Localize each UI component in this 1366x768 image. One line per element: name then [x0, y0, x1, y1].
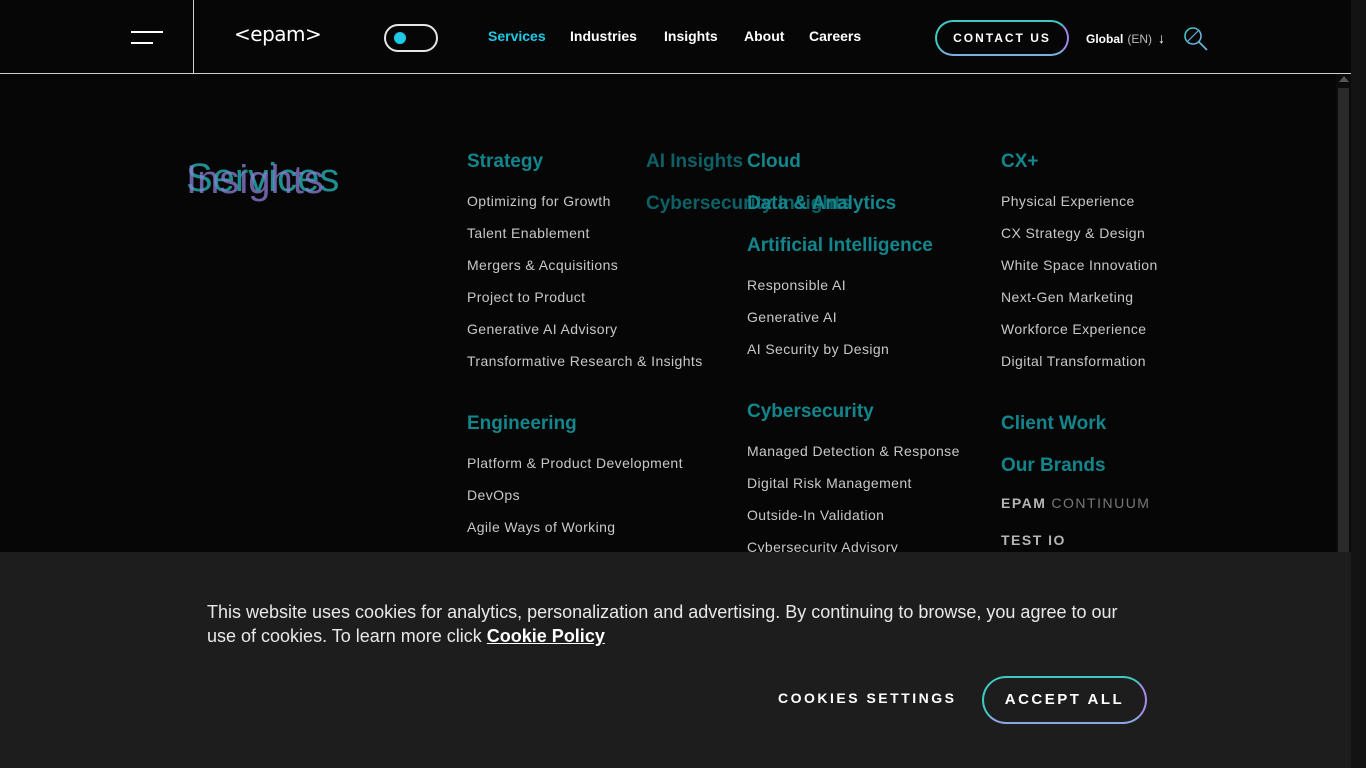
nav-careers[interactable]: Careers [809, 28, 861, 44]
link-ai-security-by-design[interactable]: AI Security by Design [747, 341, 889, 357]
site-header: <epam> Services Industries Insights Abou… [0, 0, 1351, 74]
accept-all-button[interactable]: ACCEPT ALL [982, 676, 1147, 724]
link-white-space-innovation[interactable]: White Space Innovation [1001, 257, 1158, 273]
arrow-down-icon: ↓ [1158, 30, 1166, 46]
link-physical-experience[interactable]: Physical Experience [1001, 193, 1135, 209]
brand-name: EPAM [1001, 495, 1047, 511]
category-our-brands[interactable]: Our Brands [1001, 455, 1106, 477]
link-generative-ai[interactable]: Generative AI [747, 309, 837, 325]
link-talent-enablement[interactable]: Talent Enablement [467, 225, 590, 241]
link-generative-ai-advisory[interactable]: Generative AI Advisory [467, 321, 617, 337]
link-project-to-product[interactable]: Project to Product [467, 289, 585, 305]
category-cybersecurity[interactable]: Cybersecurity [747, 401, 874, 423]
link-next-gen-marketing[interactable]: Next-Gen Marketing [1001, 289, 1133, 305]
category-artificial-intelligence[interactable]: Artificial Intelligence [747, 235, 933, 257]
brand-epam-continuum[interactable]: EPAM CONTINUUM [1001, 495, 1150, 511]
language-code: (EN) [1127, 32, 1153, 46]
window-edge [1351, 0, 1366, 768]
language-selector[interactable]: Global (EN) ↓ [1086, 30, 1165, 46]
nav-insights[interactable]: Insights [664, 28, 718, 44]
link-optimizing-for-growth[interactable]: Optimizing for Growth [467, 193, 611, 209]
header-divider [193, 0, 194, 74]
category-data-analytics[interactable]: Data & Analytics [747, 193, 896, 215]
link-transformative-research[interactable]: Transformative Research & Insights [467, 353, 703, 369]
link-workforce-experience[interactable]: Workforce Experience [1001, 321, 1146, 337]
brand-sub: CONTINUUM [1051, 495, 1151, 511]
nav-industries[interactable]: Industries [570, 28, 637, 44]
category-cx-plus[interactable]: CX+ [1001, 151, 1039, 173]
epam-logo[interactable]: <epam> [234, 22, 322, 46]
scroll-up-arrow-icon[interactable] [1339, 76, 1349, 82]
link-mergers-acquisitions[interactable]: Mergers & Acquisitions [467, 257, 618, 273]
link-digital-transformation[interactable]: Digital Transformation [1001, 353, 1146, 369]
link-cx-strategy-design[interactable]: CX Strategy & Design [1001, 225, 1145, 241]
link-digital-risk-management[interactable]: Digital Risk Management [747, 475, 912, 491]
nav-about[interactable]: About [744, 28, 784, 44]
cookies-settings-button[interactable]: COOKIES SETTINGS [778, 690, 956, 706]
link-responsible-ai[interactable]: Responsible AI [747, 277, 846, 293]
category-ai-insights[interactable]: AI Insights [646, 151, 743, 173]
cookie-banner: This website uses cookies for analytics,… [0, 552, 1351, 768]
cookie-message-text: This website uses cookies for analytics,… [207, 602, 1118, 646]
theme-toggle[interactable] [384, 24, 438, 52]
scrollbar-thumb[interactable] [1338, 88, 1349, 552]
search-icon[interactable] [1183, 26, 1209, 52]
link-agile-ways-of-working[interactable]: Agile Ways of Working [467, 519, 615, 535]
cookie-message: This website uses cookies for analytics,… [207, 600, 1147, 648]
nav-services[interactable]: Services [488, 28, 546, 44]
category-engineering[interactable]: Engineering [467, 413, 577, 435]
category-cloud[interactable]: Cloud [747, 151, 801, 173]
section-title-insights: Insights [186, 158, 324, 202]
link-managed-detection-response[interactable]: Managed Detection & Response [747, 443, 960, 459]
contact-us-button[interactable]: CONTACT US [935, 20, 1069, 56]
toggle-knob [394, 32, 406, 44]
category-client-work[interactable]: Client Work [1001, 413, 1106, 435]
link-platform-product-development[interactable]: Platform & Product Development [467, 455, 683, 471]
brand-test-io[interactable]: TEST IO [1001, 532, 1066, 548]
language-label: Global [1086, 32, 1124, 46]
category-strategy[interactable]: Strategy [467, 151, 543, 173]
cookie-policy-link[interactable]: Cookie Policy [487, 626, 605, 646]
brand-name: TEST IO [1001, 532, 1066, 548]
link-outside-in-validation[interactable]: Outside-In Validation [747, 507, 884, 523]
hamburger-menu-icon[interactable] [131, 29, 163, 47]
link-devops[interactable]: DevOps [467, 487, 520, 503]
